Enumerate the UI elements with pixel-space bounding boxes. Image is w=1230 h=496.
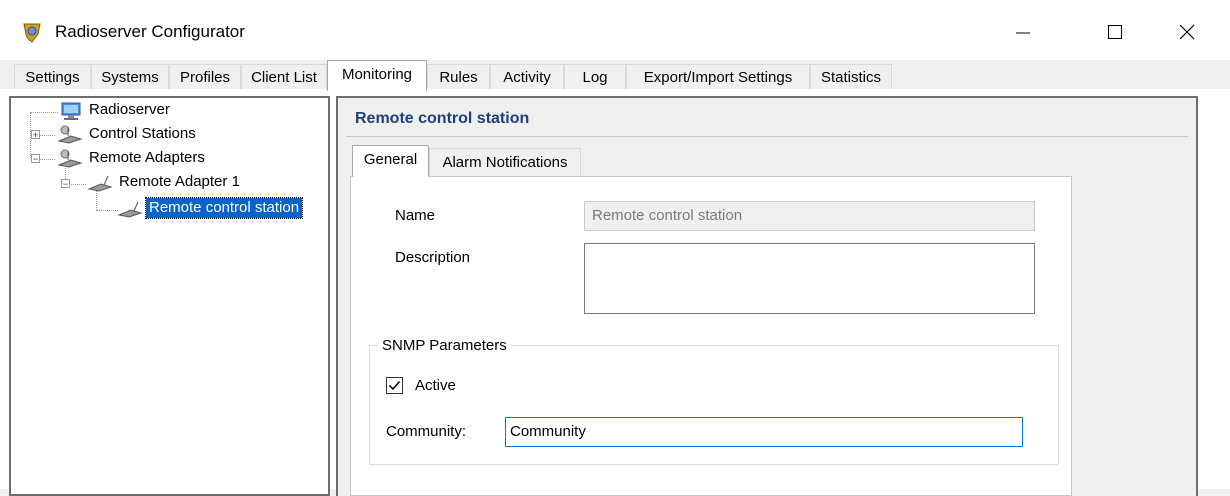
active-checkbox[interactable] [386, 377, 403, 394]
community-label: Community: [386, 423, 467, 440]
app-icon [21, 21, 43, 43]
tree-node-control-stations[interactable]: Control Stations [89, 124, 196, 144]
tab-client-list[interactable]: Client List [241, 64, 327, 89]
snmp-parameters-label: SNMP Parameters [378, 336, 511, 356]
tree-node-radioserver[interactable]: Radioserver [89, 100, 170, 120]
tab-alarm-notifications[interactable]: Alarm Notifications [429, 148, 581, 176]
snmp-parameters-group [369, 345, 1059, 465]
tab-profiles[interactable]: Profiles [169, 64, 241, 89]
name-field[interactable]: Remote control station [584, 201, 1035, 231]
tree-panel[interactable]: + − − Radioserver Control Stations Remot… [9, 96, 330, 496]
close-button[interactable] [1164, 14, 1210, 50]
tab-general[interactable]: General [352, 145, 429, 177]
panel-title: Remote control station [355, 110, 530, 127]
tab-activity[interactable]: Activity [490, 64, 564, 89]
active-label[interactable]: Active [415, 376, 456, 396]
tree-node-remote-control-station[interactable]: Remote control station [144, 197, 304, 219]
collapse-remote-adapter-1-button[interactable]: − [61, 179, 70, 189]
description-label: Description [395, 249, 471, 266]
divider [346, 136, 1188, 137]
expand-control-stations-button[interactable]: + [31, 130, 40, 140]
tab-export-import-settings[interactable]: Export/Import Settings [626, 64, 810, 89]
tree-connector [96, 210, 118, 211]
collapse-remote-adapters-button[interactable]: − [31, 154, 40, 164]
tab-systems[interactable]: Systems [91, 64, 169, 89]
minimize-icon [1016, 32, 1030, 34]
tab-log[interactable]: Log [564, 64, 626, 89]
tree-connector [30, 112, 58, 113]
minimize-button[interactable] [1000, 14, 1046, 50]
adapters-icon [56, 148, 84, 172]
tab-statistics[interactable]: Statistics [810, 64, 892, 89]
name-label: Name [395, 207, 436, 224]
checkmark-icon [388, 381, 401, 391]
window-title: Radioserver Configurator [55, 22, 245, 41]
tree-connector [69, 184, 86, 185]
adapter-icon [86, 174, 114, 196]
main-tab-strip: Settings Systems Profiles Client List Mo… [0, 60, 1230, 91]
tree-node-remote-adapter-1[interactable]: Remote Adapter 1 [119, 172, 240, 192]
server-icon [59, 102, 83, 124]
description-field[interactable] [584, 243, 1035, 314]
stations-icon [56, 124, 84, 148]
maximize-button[interactable] [1092, 14, 1138, 50]
station-icon [116, 200, 144, 222]
close-icon [1179, 24, 1195, 40]
maximize-icon [1108, 25, 1122, 39]
tree-node-remote-adapters[interactable]: Remote Adapters [89, 148, 205, 168]
community-input[interactable]: Community [505, 417, 1023, 447]
tab-settings[interactable]: Settings [14, 64, 91, 89]
tab-rules[interactable]: Rules [427, 64, 490, 89]
tab-monitoring[interactable]: Monitoring [327, 60, 427, 91]
